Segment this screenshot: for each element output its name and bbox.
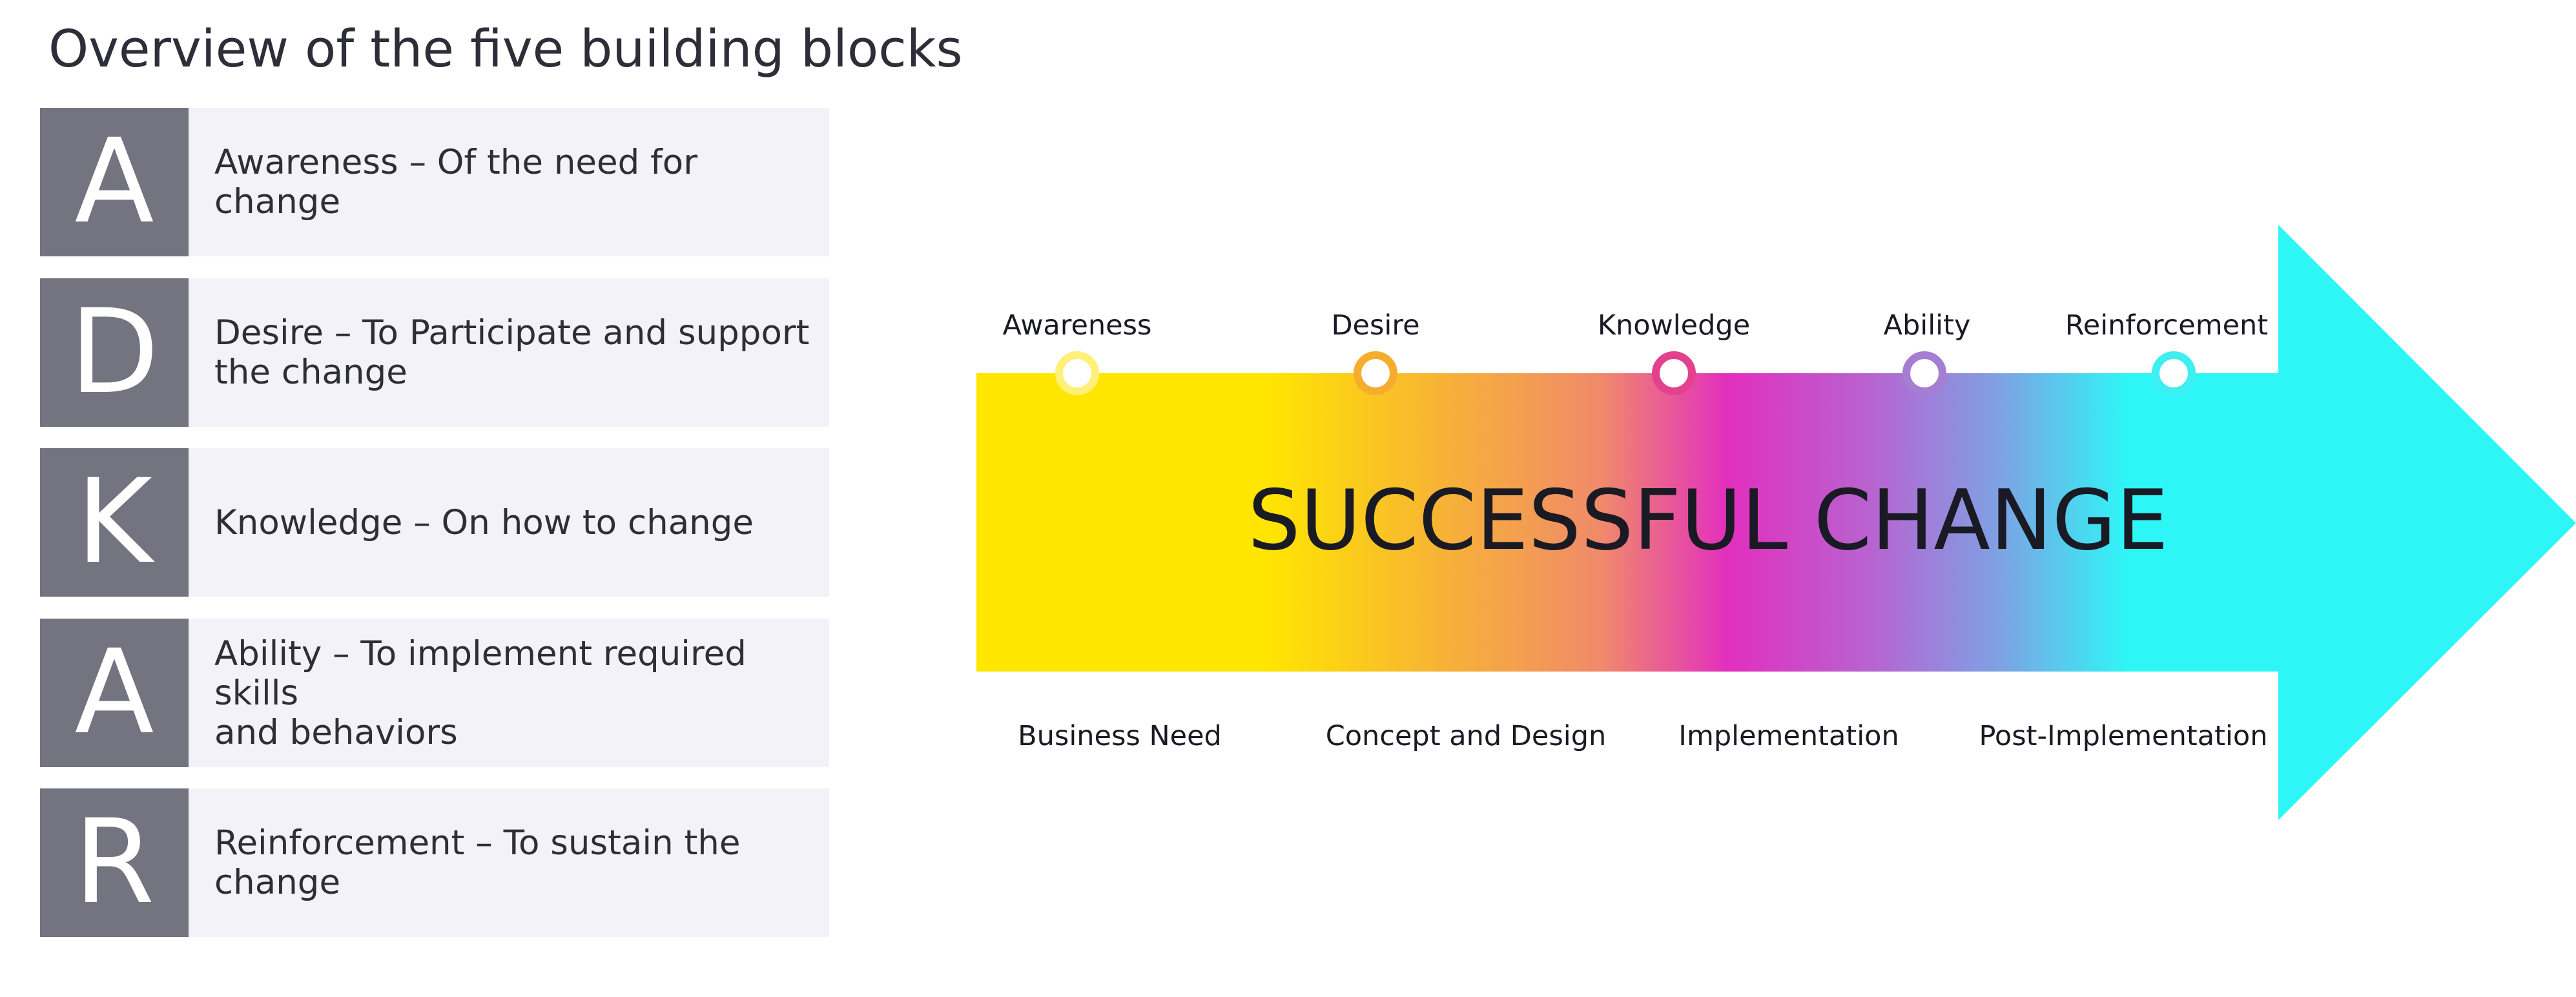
arrow-center-text: SUCCESSFUL CHANGE bbox=[1248, 473, 2169, 569]
stage-label-knowledge: Knowledge bbox=[1597, 309, 1751, 342]
stage-label-reinforcement: Reinforcement bbox=[2065, 309, 2269, 342]
stage-label-ability: Ability bbox=[1883, 309, 1971, 342]
stage-marker-desire bbox=[1354, 351, 1397, 395]
stage-label-awareness: Awareness bbox=[1002, 309, 1152, 342]
phase-label-business-need: Business Need bbox=[1018, 720, 1222, 752]
phase-label-post-implementation: Post-Implementation bbox=[1979, 720, 2268, 752]
stage-marker-awareness bbox=[1055, 351, 1099, 395]
stage-label-desire: Desire bbox=[1331, 309, 1420, 342]
phase-label-implementation: Implementation bbox=[1678, 720, 1899, 752]
stage-marker-knowledge bbox=[1652, 351, 1696, 395]
phase-label-concept-and-design: Concept and Design bbox=[1325, 720, 1607, 752]
stage-marker-ability bbox=[1902, 351, 1946, 395]
stage-marker-reinforcement bbox=[2152, 351, 2196, 395]
